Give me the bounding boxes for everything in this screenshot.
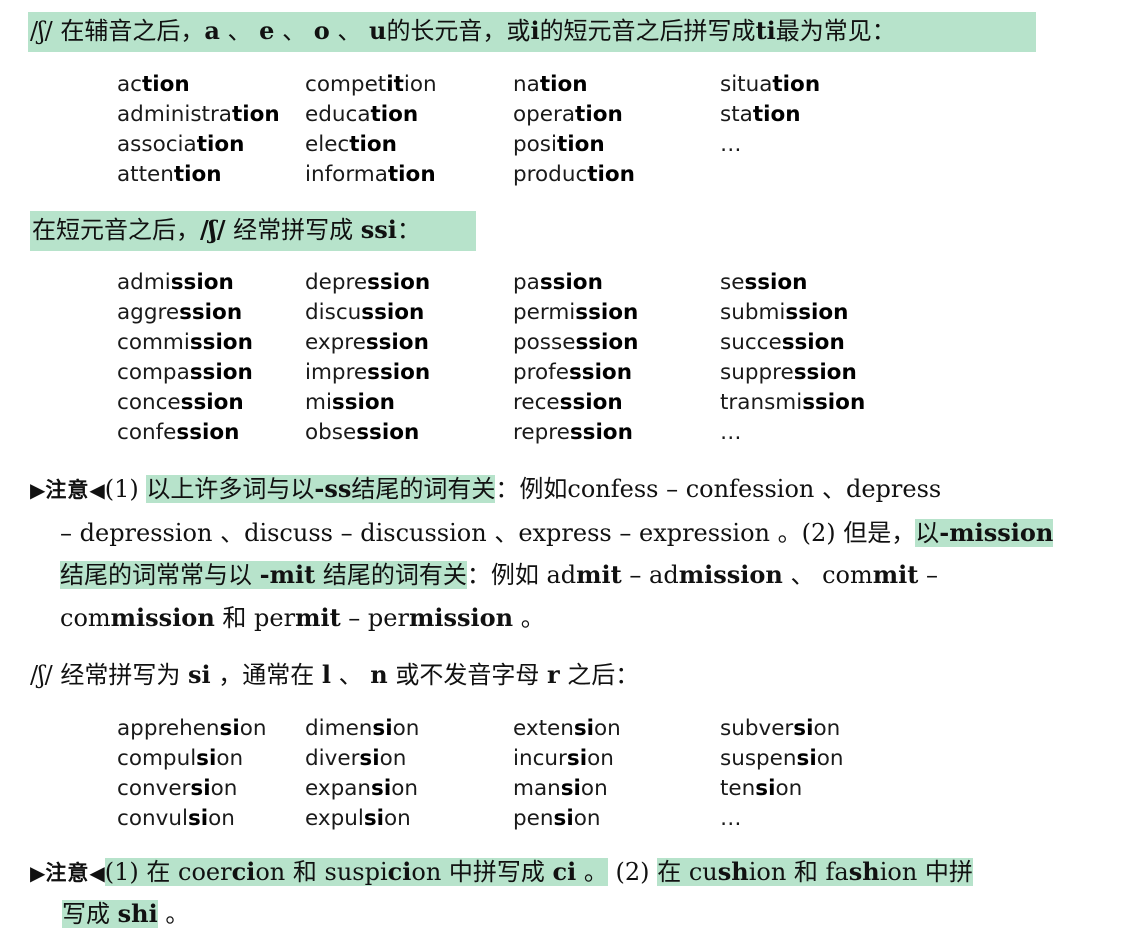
- word-item: session: [720, 270, 808, 295]
- word-item: administration: [117, 102, 280, 127]
- word-item: election: [305, 132, 397, 157]
- note-1-line-1: ▶注意◀(1) 以上许多词与以-ss结尾的词有关：例如confess – con…: [30, 474, 942, 503]
- word-item: mission: [305, 390, 395, 415]
- word-item: tension: [720, 776, 803, 801]
- word-item: production: [513, 162, 635, 187]
- word-item: information: [305, 162, 436, 187]
- triangle-left-icon: ◀: [89, 861, 105, 885]
- note-label: 注意: [45, 860, 90, 885]
- word-item: compulsion: [117, 746, 244, 771]
- word-item: commission: [117, 330, 253, 355]
- word-item: admission: [117, 270, 234, 295]
- word-item: succession: [720, 330, 845, 355]
- section-heading-ti: /ʃ/ 在辅音之后，a 、 e 、 o 、 u的长元音，或i的短元音之后拼写成t…: [30, 16, 896, 45]
- word-item: competition: [305, 72, 437, 97]
- word-item: action: [117, 72, 190, 97]
- word-item: suspension: [720, 746, 844, 771]
- word-item: expression: [305, 330, 429, 355]
- word-item: pension: [513, 806, 601, 831]
- word-item: discussion: [305, 300, 425, 325]
- word-list-ti: action competition nation situation administ…: [117, 70, 900, 190]
- word-item: passion: [513, 270, 603, 295]
- word-item: association: [117, 132, 245, 157]
- word-list-si: apprehension dimension extension subversion…: [117, 714, 900, 834]
- word-item: …: [720, 420, 742, 445]
- note-2-line-2: 写成 shi 。: [62, 899, 190, 928]
- triangle-right-icon: ▶: [30, 861, 46, 885]
- word-item: situation: [720, 72, 821, 97]
- word-item: apprehension: [117, 716, 267, 741]
- word-item: position: [513, 132, 605, 157]
- word-item: dimension: [305, 716, 420, 741]
- note-1-line-4: commission 和 permit – permission 。: [60, 603, 545, 632]
- word-item: subversion: [720, 716, 841, 741]
- word-item: convulsion: [117, 806, 235, 831]
- section-heading-ssi: 在短元音之后，/ʃ/ 经常拼写成 ssi：: [32, 215, 421, 244]
- word-item: expulsion: [305, 806, 411, 831]
- word-item: compassion: [117, 360, 253, 385]
- word-item: impression: [305, 360, 431, 385]
- section-heading-si: /ʃ/ 经常拼写为 si ，通常在 l 、 n 或不发音字母 r 之后：: [30, 660, 640, 689]
- word-item: …: [720, 132, 742, 157]
- word-item: submission: [720, 300, 849, 325]
- word-item: possession: [513, 330, 639, 355]
- word-item: obsession: [305, 420, 420, 445]
- note-2-line-1: ▶注意◀(1) 在 coercion 和 suspicion 中拼写成 ci 。…: [30, 857, 973, 886]
- word-item: concession: [117, 390, 244, 415]
- word-item: recession: [513, 390, 623, 415]
- word-item: diversion: [305, 746, 407, 771]
- word-item: depression: [305, 270, 431, 295]
- note-1-line-3: 结尾的词常常与以 -mit 结尾的词有关：例如 admit – admissio…: [60, 560, 938, 589]
- triangle-left-icon: ◀: [89, 478, 105, 502]
- word-item: confession: [117, 420, 240, 445]
- word-item: aggression: [117, 300, 243, 325]
- word-item: expansion: [305, 776, 418, 801]
- word-item: suppression: [720, 360, 857, 385]
- word-item: station: [720, 102, 801, 127]
- triangle-right-icon: ▶: [30, 478, 46, 502]
- word-item: profession: [513, 360, 633, 385]
- word-item: nation: [513, 72, 588, 97]
- word-item: transmission: [720, 390, 866, 415]
- word-item: …: [720, 806, 742, 831]
- word-list-ssi: admission depression passion session aggress…: [117, 268, 900, 448]
- word-item: attention: [117, 162, 222, 187]
- word-item: operation: [513, 102, 623, 127]
- word-item: extension: [513, 716, 621, 741]
- note-1-line-2: – depression 、discuss – discussion 、expr…: [60, 518, 1054, 547]
- word-item: permission: [513, 300, 639, 325]
- word-item: [720, 160, 900, 190]
- word-item: education: [305, 102, 419, 127]
- word-item: incursion: [513, 746, 614, 771]
- note-label: 注意: [45, 477, 90, 502]
- word-item: repression: [513, 420, 633, 445]
- word-item: mansion: [513, 776, 608, 801]
- word-item: conversion: [117, 776, 238, 801]
